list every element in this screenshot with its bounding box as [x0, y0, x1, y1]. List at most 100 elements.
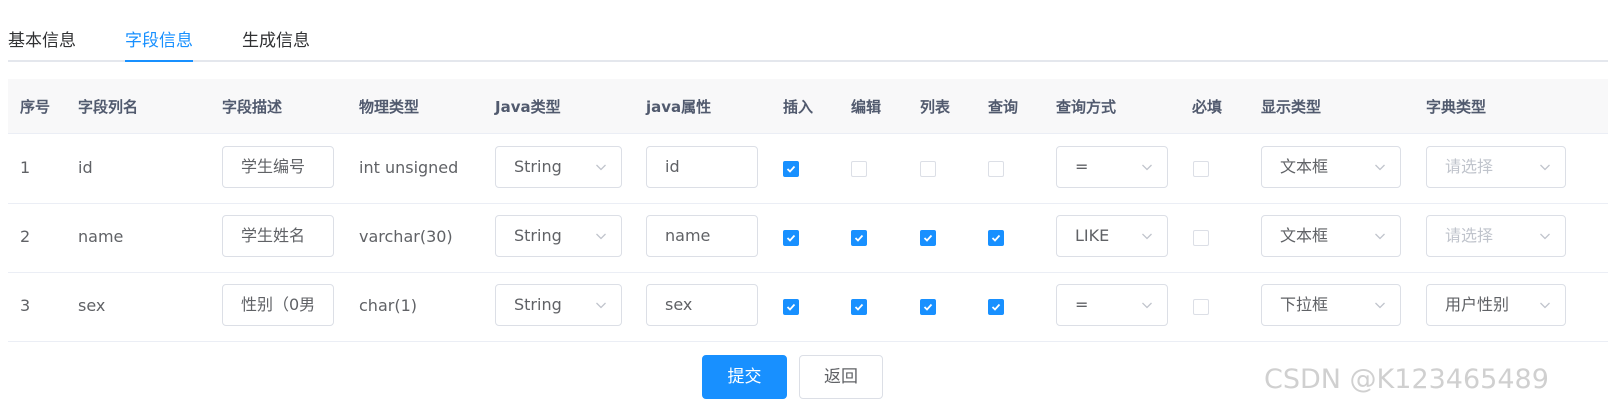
tab-field-info[interactable]: 字段信息 [125, 26, 193, 51]
chevron-down-icon [1141, 299, 1153, 311]
column-name: id [78, 158, 93, 177]
chevron-down-icon [1539, 161, 1551, 173]
edit-checkbox[interactable] [851, 161, 867, 177]
table-row: 1 id 学生编号 int unsigned String id = 文本框 请选择 [8, 134, 1608, 204]
html-type-select[interactable]: 文本框 [1261, 215, 1401, 257]
tab-bar: 基本信息 字段信息 生成信息 [0, 0, 1608, 64]
tab-gen-info[interactable]: 生成信息 [242, 26, 310, 51]
header-dict-type: 字典类型 [1426, 98, 1487, 116]
dict-type-select[interactable]: 请选择 [1426, 215, 1566, 257]
check-icon [786, 165, 796, 173]
java-type-select[interactable]: String [495, 284, 622, 326]
chevron-down-icon [1374, 299, 1386, 311]
watermark: CSDN @K123465489 [1264, 364, 1549, 395]
tab-divider [8, 60, 1608, 62]
list-checkbox[interactable] [920, 230, 936, 246]
column-name: sex [78, 296, 106, 315]
chevron-down-icon [595, 161, 607, 173]
required-checkbox[interactable] [1193, 299, 1209, 315]
row-index: 1 [20, 158, 31, 177]
description-input[interactable]: 性别（0男 [222, 284, 334, 326]
header-required: 必填 [1192, 98, 1223, 116]
chevron-down-icon [1539, 230, 1551, 242]
header-query-type: 查询方式 [1056, 98, 1117, 116]
header-insert: 插入 [783, 98, 814, 116]
check-icon [786, 234, 796, 242]
header-html-type: 显示类型 [1261, 98, 1322, 116]
back-button[interactable]: 返回 [799, 355, 883, 399]
table-header: 序号 字段列名 字段描述 物理类型 Java类型 java属性 插入 编辑 列表… [8, 79, 1608, 134]
chevron-down-icon [1374, 161, 1386, 173]
query-type-select-value: = [1075, 157, 1089, 176]
row-index: 3 [20, 296, 31, 315]
column-name: name [78, 227, 124, 246]
table-row: 3 sex 性别（0男 char(1) String sex = 下拉框 用户性别 [8, 272, 1608, 342]
header-column-name: 字段列名 [78, 98, 139, 116]
list-checkbox[interactable] [920, 299, 936, 315]
physical-type: varchar(30) [359, 227, 453, 246]
java-field-input[interactable]: id [646, 146, 758, 188]
insert-checkbox[interactable] [783, 161, 799, 177]
physical-type: char(1) [359, 296, 417, 315]
dict-type-select[interactable]: 请选择 [1426, 146, 1566, 188]
header-edit: 编辑 [851, 98, 882, 116]
html-type-select-value: 文本框 [1280, 226, 1329, 245]
edit-checkbox[interactable] [851, 299, 867, 315]
insert-checkbox[interactable] [783, 299, 799, 315]
chevron-down-icon [595, 299, 607, 311]
check-icon [923, 234, 933, 242]
table-row: 2 name 学生姓名 varchar(30) String name LIKE 文本框 请选择 [8, 203, 1608, 273]
query-checkbox[interactable] [988, 299, 1004, 315]
check-icon [854, 234, 864, 242]
header-java-field: java属性 [646, 98, 712, 116]
java-type-select-value: String [514, 157, 562, 176]
chevron-down-icon [1374, 230, 1386, 242]
chevron-down-icon [1141, 230, 1153, 242]
insert-checkbox[interactable] [783, 230, 799, 246]
check-icon [991, 234, 1001, 242]
header-physical-type: 物理类型 [359, 98, 420, 116]
header-description: 字段描述 [222, 98, 283, 116]
java-field-input[interactable]: name [646, 215, 758, 257]
dict-type-select-value: 用户性别 [1445, 295, 1510, 314]
description-input[interactable]: 学生姓名 [222, 215, 334, 257]
chevron-down-icon [1539, 299, 1551, 311]
java-type-select-value: String [514, 295, 562, 314]
java-field-input[interactable]: sex [646, 284, 758, 326]
query-checkbox[interactable] [988, 161, 1004, 177]
check-icon [854, 303, 864, 311]
edit-checkbox[interactable] [851, 230, 867, 246]
html-type-select[interactable]: 文本框 [1261, 146, 1401, 188]
header-java-type: Java类型 [495, 98, 561, 116]
tab-basic-info[interactable]: 基本信息 [8, 26, 76, 51]
check-icon [786, 303, 796, 311]
html-type-select-value: 下拉框 [1280, 295, 1329, 314]
java-type-select[interactable]: String [495, 215, 622, 257]
row-index: 2 [20, 227, 31, 246]
list-checkbox[interactable] [920, 161, 936, 177]
query-type-select[interactable]: LIKE [1056, 215, 1168, 257]
query-type-select-value: = [1075, 295, 1089, 314]
html-type-select[interactable]: 下拉框 [1261, 284, 1401, 326]
tab-active-indicator [125, 60, 193, 62]
dict-type-select[interactable]: 用户性别 [1426, 284, 1566, 326]
dict-type-select-value: 请选择 [1445, 226, 1494, 245]
dict-type-select-value: 请选择 [1445, 157, 1494, 176]
query-type-select[interactable]: = [1056, 146, 1168, 188]
check-icon [991, 303, 1001, 311]
check-icon [923, 303, 933, 311]
query-checkbox[interactable] [988, 230, 1004, 246]
physical-type: int unsigned [359, 158, 459, 177]
chevron-down-icon [595, 230, 607, 242]
header-list: 列表 [920, 98, 951, 116]
header-index: 序号 [20, 98, 51, 116]
description-input[interactable]: 学生编号 [222, 146, 334, 188]
required-checkbox[interactable] [1193, 230, 1209, 246]
html-type-select-value: 文本框 [1280, 157, 1329, 176]
query-type-select[interactable]: = [1056, 284, 1168, 326]
submit-button[interactable]: 提交 [702, 355, 787, 399]
java-type-select[interactable]: String [495, 146, 622, 188]
required-checkbox[interactable] [1193, 161, 1209, 177]
header-query: 查询 [988, 98, 1019, 116]
query-type-select-value: LIKE [1075, 226, 1110, 245]
